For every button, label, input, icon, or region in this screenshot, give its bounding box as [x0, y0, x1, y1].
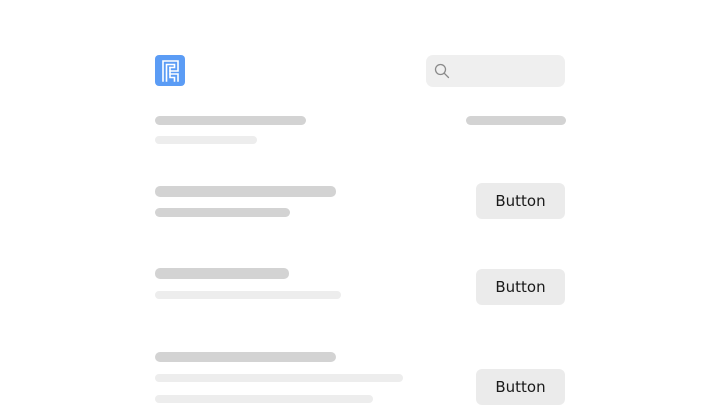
row-2-subtitle-placeholder [155, 291, 341, 299]
row-3-button[interactable]: Button [476, 369, 565, 405]
header-title-placeholder [155, 116, 306, 125]
row-1-title-placeholder [155, 186, 336, 197]
row-3-subtitle-placeholder [155, 374, 403, 382]
row-3-title-placeholder [155, 352, 336, 362]
row-2-button[interactable]: Button [476, 269, 565, 305]
search-input[interactable] [426, 55, 565, 87]
header-meta-placeholder [466, 116, 566, 125]
row-2-title-placeholder [155, 268, 289, 279]
app-logo-icon [155, 55, 185, 86]
header-subtitle-placeholder [155, 136, 257, 144]
row-3-detail-placeholder [155, 395, 373, 403]
row-1-subtitle-placeholder [155, 208, 290, 217]
page: Button Button Button [0, 0, 720, 405]
row-1-button[interactable]: Button [476, 183, 565, 219]
search-icon [434, 63, 450, 79]
